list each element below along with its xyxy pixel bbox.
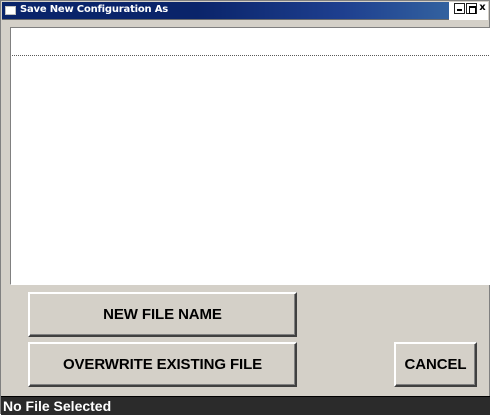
new-file-name-button[interactable]: NEW FILE NAME [28, 292, 297, 337]
status-bar: No File Selected [1, 396, 490, 415]
close-icon[interactable]: x [478, 3, 487, 14]
overwrite-existing-file-button[interactable]: OVERWRITE EXISTING FILE [28, 342, 297, 387]
cancel-button[interactable]: CANCEL [394, 342, 477, 387]
file-list-header-row[interactable] [12, 29, 489, 56]
title-bar[interactable]: Save New Configuration As x [2, 2, 488, 20]
file-list[interactable] [10, 27, 490, 285]
window-title: Save New Configuration As [20, 4, 169, 15]
minimize-icon[interactable] [454, 3, 465, 14]
status-text: No File Selected [3, 398, 112, 414]
save-config-dialog: Save New Configuration As x NEW FILE NAM… [0, 0, 490, 415]
maximize-icon[interactable] [466, 3, 477, 14]
window-controls: x [449, 2, 488, 20]
window-icon [5, 6, 16, 15]
